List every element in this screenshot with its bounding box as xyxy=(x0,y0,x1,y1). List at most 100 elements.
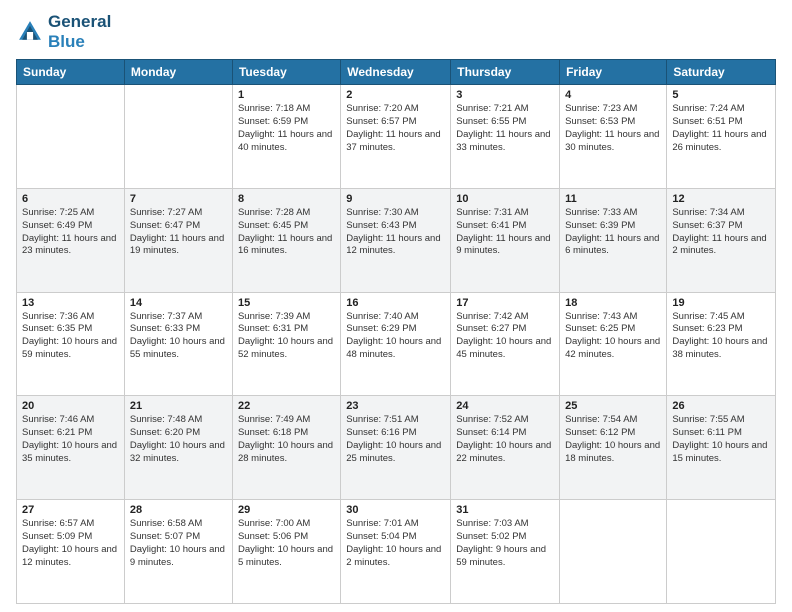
logo: General Blue xyxy=(16,12,111,51)
day-number: 19 xyxy=(672,297,770,309)
day-number: 13 xyxy=(22,297,119,309)
day-number: 27 xyxy=(22,504,119,516)
week-row-4: 20Sunrise: 7:46 AMSunset: 6:21 PMDayligh… xyxy=(17,396,776,500)
day-info: Sunrise: 7:51 AMSunset: 6:16 PMDaylight:… xyxy=(346,414,445,465)
week-row-5: 27 Sunrise: 6:57 AMSunset: 5:09 PMDayligh… xyxy=(17,500,776,604)
header-wednesday: Wednesday xyxy=(341,60,451,85)
calendar-cell: 30 Sunrise: 7:01 AMSunset: 5:04 PMDayligh… xyxy=(341,500,451,604)
day-number: 28 xyxy=(130,504,227,516)
day-number: 22 xyxy=(238,400,335,412)
logo-icon xyxy=(16,18,44,46)
day-info: Sunrise: 7:25 AMSunset: 6:49 PMDaylight:… xyxy=(22,207,119,258)
header-friday: Friday xyxy=(560,60,667,85)
day-info: Sunrise: 7:03 AMSunset: 5:02 PMDaylight:… xyxy=(456,518,554,569)
calendar-cell xyxy=(560,500,667,604)
day-number: 7 xyxy=(130,193,227,205)
calendar-cell: 1 Sunrise: 7:18 AMSunset: 6:59 PMDaylight… xyxy=(232,85,340,189)
calendar-cell: 18 Sunrise: 7:43 AMSunset: 6:25 PMDayligh… xyxy=(560,292,667,396)
day-number: 31 xyxy=(456,504,554,516)
day-info: Sunrise: 7:42 AMSunset: 6:27 PMDaylight:… xyxy=(456,311,554,362)
header-sunday: Sunday xyxy=(17,60,125,85)
calendar-cell: 5 Sunrise: 7:24 AMSunset: 6:51 PMDaylight… xyxy=(667,85,776,189)
day-number: 9 xyxy=(346,193,445,205)
calendar-cell: 21 Sunrise: 7:48 AMSunset: 6:20 PMDayligh… xyxy=(124,396,232,500)
logo-text-line2: Blue xyxy=(48,32,111,52)
day-info: Sunrise: 7:31 AMSunset: 6:41 PMDaylight:… xyxy=(456,207,554,258)
week-row-1: 1 Sunrise: 7:18 AMSunset: 6:59 PMDaylight… xyxy=(17,85,776,189)
calendar-cell: 17 Sunrise: 7:42 AMSunset: 6:27 PMDayligh… xyxy=(451,292,560,396)
calendar-cell: 15Sunrise: 7:39 AMSunset: 6:31 PMDayligh… xyxy=(232,292,340,396)
header-monday: Monday xyxy=(124,60,232,85)
day-number: 18 xyxy=(565,297,661,309)
day-number: 5 xyxy=(672,89,770,101)
calendar-cell: 22 Sunrise: 7:49 AMSunset: 6:18 PMDayligh… xyxy=(232,396,340,500)
day-info: Sunrise: 7:18 AMSunset: 6:59 PMDaylight:… xyxy=(238,103,335,154)
day-number: 17 xyxy=(456,297,554,309)
day-number: 8 xyxy=(238,193,335,205)
day-info: Sunrise: 7:40 AMSunset: 6:29 PMDaylight:… xyxy=(346,311,445,362)
day-info: Sunrise: 6:57 AMSunset: 5:09 PMDaylight:… xyxy=(22,518,119,569)
day-number: 21 xyxy=(130,400,227,412)
day-info: Sunrise: 7:33 AMSunset: 6:39 PMDaylight:… xyxy=(565,207,661,258)
day-info: Sunrise: 7:48 AMSunset: 6:20 PMDaylight:… xyxy=(130,414,227,465)
day-info: Sunrise: 7:52 AMSunset: 6:14 PMDaylight:… xyxy=(456,414,554,465)
page: General Blue Sunday Monday Tuesday Wedne… xyxy=(0,0,792,612)
day-number: 4 xyxy=(565,89,661,101)
day-number: 24 xyxy=(456,400,554,412)
calendar-cell: 13 Sunrise: 7:36 AMSunset: 6:35 PMDayligh… xyxy=(17,292,125,396)
calendar-cell: 25Sunrise: 7:54 AMSunset: 6:12 PMDayligh… xyxy=(560,396,667,500)
day-number: 6 xyxy=(22,193,119,205)
day-number: 3 xyxy=(456,89,554,101)
day-info: Sunrise: 7:55 AMSunset: 6:11 PMDaylight:… xyxy=(672,414,770,465)
day-number: 25 xyxy=(565,400,661,412)
calendar-cell xyxy=(124,85,232,189)
day-info: Sunrise: 7:49 AMSunset: 6:18 PMDaylight:… xyxy=(238,414,335,465)
day-info: Sunrise: 7:37 AMSunset: 6:33 PMDaylight:… xyxy=(130,311,227,362)
day-info: Sunrise: 7:23 AMSunset: 6:53 PMDaylight:… xyxy=(565,103,661,154)
day-info: Sunrise: 7:00 AMSunset: 5:06 PMDaylight:… xyxy=(238,518,335,569)
day-number: 29 xyxy=(238,504,335,516)
day-info: Sunrise: 7:30 AMSunset: 6:43 PMDaylight:… xyxy=(346,207,445,258)
day-number: 30 xyxy=(346,504,445,516)
calendar-cell: 14Sunrise: 7:37 AMSunset: 6:33 PMDayligh… xyxy=(124,292,232,396)
day-number: 23 xyxy=(346,400,445,412)
calendar-cell xyxy=(17,85,125,189)
header-thursday: Thursday xyxy=(451,60,560,85)
calendar-cell: 19 Sunrise: 7:45 AMSunset: 6:23 PMDayligh… xyxy=(667,292,776,396)
day-info: Sunrise: 7:46 AMSunset: 6:21 PMDaylight:… xyxy=(22,414,119,465)
calendar-cell xyxy=(667,500,776,604)
day-number: 16 xyxy=(346,297,445,309)
calendar-cell: 16 Sunrise: 7:40 AMSunset: 6:29 PMDayligh… xyxy=(341,292,451,396)
calendar-cell: 28Sunrise: 6:58 AMSunset: 5:07 PMDayligh… xyxy=(124,500,232,604)
week-row-2: 6 Sunrise: 7:25 AMSunset: 6:49 PMDaylight… xyxy=(17,188,776,292)
calendar-cell: 11 Sunrise: 7:33 AMSunset: 6:39 PMDayligh… xyxy=(560,188,667,292)
day-number: 12 xyxy=(672,193,770,205)
calendar-cell: 23 Sunrise: 7:51 AMSunset: 6:16 PMDayligh… xyxy=(341,396,451,500)
calendar-table: Sunday Monday Tuesday Wednesday Thursday… xyxy=(16,59,776,604)
day-info: Sunrise: 7:39 AMSunset: 6:31 PMDaylight:… xyxy=(238,311,335,362)
calendar-cell: 10 Sunrise: 7:31 AMSunset: 6:41 PMDayligh… xyxy=(451,188,560,292)
day-info: Sunrise: 7:01 AMSunset: 5:04 PMDaylight:… xyxy=(346,518,445,569)
day-info: Sunrise: 7:28 AMSunset: 6:45 PMDaylight:… xyxy=(238,207,335,258)
day-info: Sunrise: 7:36 AMSunset: 6:35 PMDaylight:… xyxy=(22,311,119,362)
calendar-cell: 6 Sunrise: 7:25 AMSunset: 6:49 PMDaylight… xyxy=(17,188,125,292)
calendar-cell: 29 Sunrise: 7:00 AMSunset: 5:06 PMDayligh… xyxy=(232,500,340,604)
day-number: 1 xyxy=(238,89,335,101)
day-number: 11 xyxy=(565,193,661,205)
day-info: Sunrise: 7:45 AMSunset: 6:23 PMDaylight:… xyxy=(672,311,770,362)
day-number: 26 xyxy=(672,400,770,412)
header-tuesday: Tuesday xyxy=(232,60,340,85)
calendar-cell: 12 Sunrise: 7:34 AMSunset: 6:37 PMDayligh… xyxy=(667,188,776,292)
day-info: Sunrise: 7:43 AMSunset: 6:25 PMDaylight:… xyxy=(565,311,661,362)
calendar-cell: 26 Sunrise: 7:55 AMSunset: 6:11 PMDayligh… xyxy=(667,396,776,500)
calendar-cell: 8 Sunrise: 7:28 AMSunset: 6:45 PMDaylight… xyxy=(232,188,340,292)
day-info: Sunrise: 7:34 AMSunset: 6:37 PMDaylight:… xyxy=(672,207,770,258)
calendar-cell: 9 Sunrise: 7:30 AMSunset: 6:43 PMDaylight… xyxy=(341,188,451,292)
calendar-cell: 7Sunrise: 7:27 AMSunset: 6:47 PMDaylight… xyxy=(124,188,232,292)
day-number: 2 xyxy=(346,89,445,101)
day-info: Sunrise: 7:21 AMSunset: 6:55 PMDaylight:… xyxy=(456,103,554,154)
day-info: Sunrise: 7:24 AMSunset: 6:51 PMDaylight:… xyxy=(672,103,770,154)
calendar-cell: 20Sunrise: 7:46 AMSunset: 6:21 PMDayligh… xyxy=(17,396,125,500)
day-number: 10 xyxy=(456,193,554,205)
logo-text-line1: General xyxy=(48,12,111,32)
